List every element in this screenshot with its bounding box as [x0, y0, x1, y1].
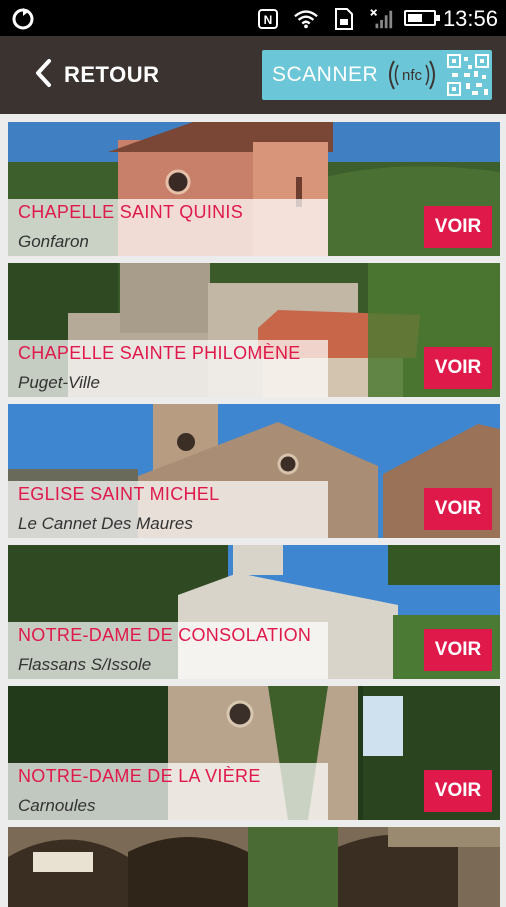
list-item[interactable]: NOTRE-DAME DE CONSOLATION Flassans S/Iss…: [8, 545, 500, 679]
no-signal-icon: [370, 7, 394, 31]
voir-button[interactable]: VOIR: [424, 629, 492, 671]
place-location: Le Cannet Des Maures: [18, 514, 193, 533]
status-bar: N 13:56: [0, 0, 506, 36]
qr-code-icon: [446, 53, 491, 97]
place-photo: [8, 827, 500, 907]
list-item[interactable]: CHAPELLE SAINT QUINIS Gonfaron VOIR: [8, 122, 500, 256]
wifi-icon: [294, 7, 318, 31]
place-location: Puget-Ville: [18, 373, 100, 392]
place-title: NOTRE-DAME DE CONSOLATION: [18, 625, 312, 645]
list-item[interactable]: CHAPELLE SAINTE PHILOMÈNE Puget-Ville VO…: [8, 263, 500, 397]
scanner-label: SCANNER: [272, 63, 379, 86]
list-item[interactable]: EGLISE SAINT MICHEL Le Cannet Des Maures…: [8, 404, 500, 538]
voir-button[interactable]: VOIR: [424, 206, 492, 248]
place-title: EGLISE SAINT MICHEL: [18, 484, 220, 504]
back-label: RETOUR: [64, 62, 160, 87]
place-location: Gonfaron: [18, 232, 89, 251]
place-location: Flassans S/Issole: [18, 655, 152, 674]
voir-button[interactable]: VOIR: [424, 347, 492, 389]
list-item[interactable]: NOTRE-DAME DE LA VIÈRE Carnoules VOIR: [8, 686, 500, 820]
voir-button[interactable]: VOIR: [424, 488, 492, 530]
sync-icon: [10, 6, 36, 32]
battery-icon: [404, 10, 440, 26]
place-title: NOTRE-DAME DE LA VIÈRE: [18, 766, 261, 786]
place-location: Carnoules: [18, 796, 96, 815]
app-header: RETOUR SCANNER nfc: [0, 36, 506, 114]
place-title: CHAPELLE SAINT QUINIS: [18, 202, 244, 222]
scanner-button[interactable]: SCANNER nfc: [262, 50, 492, 100]
clock: 13:56: [442, 6, 498, 31]
back-button[interactable]: RETOUR: [34, 58, 160, 92]
nfc-status-icon: N: [256, 7, 280, 31]
sim-icon: [332, 7, 356, 31]
nfc-text: nfc: [402, 67, 423, 84]
nfc-icon: nfc: [384, 55, 440, 95]
voir-button[interactable]: VOIR: [424, 770, 492, 812]
places-list: CHAPELLE SAINT QUINIS Gonfaron VOIR CHAP…: [8, 122, 500, 907]
chevron-left-icon: [34, 58, 52, 93]
list-item[interactable]: [8, 827, 500, 907]
svg-text:N: N: [264, 13, 273, 27]
place-title: CHAPELLE SAINTE PHILOMÈNE: [18, 343, 301, 363]
